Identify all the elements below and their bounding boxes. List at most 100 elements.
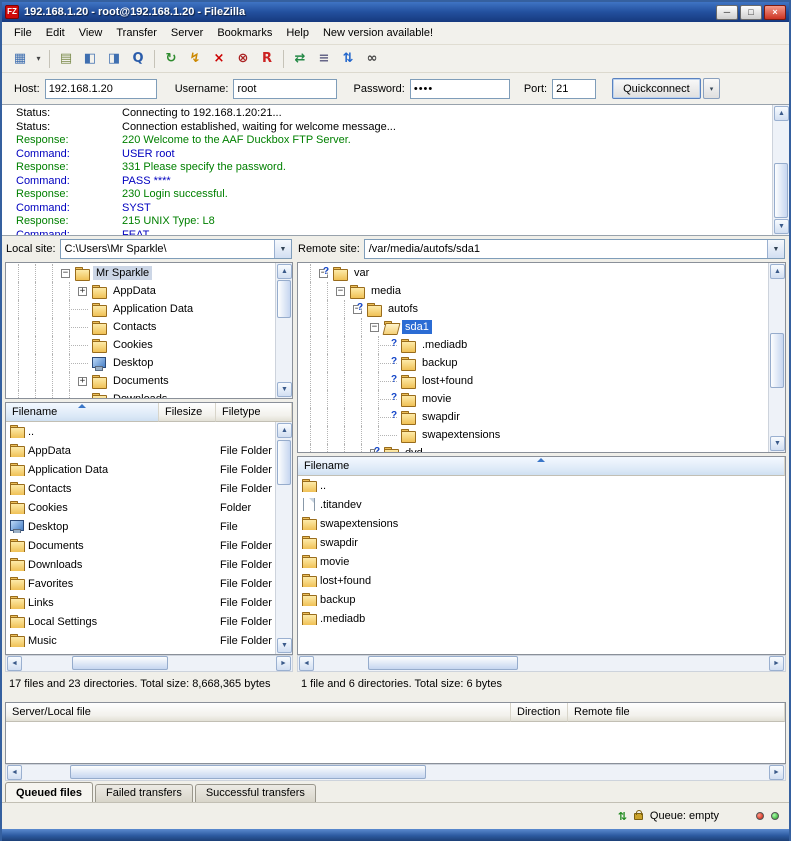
tree-item-documents[interactable]: +Documents: [6, 372, 275, 390]
tab-queued-files[interactable]: Queued files: [5, 782, 93, 802]
file-row-titandev[interactable]: .titandev: [298, 495, 785, 514]
menu-item-view[interactable]: View: [72, 25, 110, 41]
title-bar[interactable]: FZ 192.168.1.20 - root@192.168.1.20 - Fi…: [2, 2, 789, 22]
reconnect-icon[interactable]: R: [255, 48, 279, 70]
tree-item-var[interactable]: −?var: [298, 264, 768, 282]
port-input[interactable]: [552, 79, 596, 99]
file-row-links[interactable]: LinksFile Folder: [6, 593, 275, 612]
menu-item-edit[interactable]: Edit: [39, 25, 72, 41]
file-row-music[interactable]: MusicFile Folder: [6, 631, 275, 650]
tree-item-downloads[interactable]: Downloads: [6, 390, 275, 398]
expand-toggle-icon[interactable]: −: [336, 287, 345, 296]
local-tree-scrollbar[interactable]: ▲ ▼: [275, 263, 292, 398]
scroll-down-icon[interactable]: ▼: [774, 219, 789, 234]
remote-tree-scrollbar[interactable]: ▲ ▼: [768, 263, 785, 452]
toggle-remote-tree-icon[interactable]: ◨: [102, 48, 126, 70]
refresh-icon[interactable]: ↻: [159, 48, 183, 70]
speed-limits-icon[interactable]: ⇅: [618, 810, 627, 823]
file-row-mediadb[interactable]: .mediadb: [298, 609, 785, 628]
scroll-left-icon[interactable]: ◄: [7, 656, 22, 671]
file-row-swapdir[interactable]: swapdir: [298, 533, 785, 552]
local-site-combobox[interactable]: C:\Users\Mr Sparkle\ ▼: [60, 239, 292, 259]
scroll-down-icon[interactable]: ▼: [277, 382, 292, 397]
close-button[interactable]: [764, 5, 786, 20]
scroll-up-icon[interactable]: ▲: [774, 106, 789, 121]
file-row-favorites[interactable]: FavoritesFile Folder: [6, 574, 275, 593]
expand-toggle-icon[interactable]: +: [78, 377, 87, 386]
file-row-lost-found[interactable]: lost+found: [298, 571, 785, 590]
menu-item-bookmarks[interactable]: Bookmarks: [210, 25, 279, 41]
site-manager-dropdown-icon[interactable]: ▾: [32, 48, 45, 70]
synchronized-browsing-icon[interactable]: ⇅: [336, 48, 360, 70]
disconnect-icon[interactable]: ⊗: [231, 48, 255, 70]
local-list-scroll-thumb[interactable]: [277, 440, 291, 485]
scroll-up-icon[interactable]: ▲: [277, 423, 292, 438]
tree-item-cookies[interactable]: Cookies: [6, 336, 275, 354]
tab-failed-transfers[interactable]: Failed transfers: [95, 784, 193, 802]
expand-toggle-icon[interactable]: −: [61, 269, 70, 278]
scroll-left-icon[interactable]: ◄: [7, 765, 22, 780]
file-row-cookies[interactable]: CookiesFolder: [6, 498, 275, 517]
cancel-operation-icon[interactable]: ×: [207, 48, 231, 70]
tree-item-appdata[interactable]: +AppData: [6, 282, 275, 300]
file-row-backup[interactable]: backup: [298, 590, 785, 609]
tree-item-mediadb[interactable]: ?.mediadb: [298, 336, 768, 354]
column-header-filetype[interactable]: Filetype: [216, 403, 292, 422]
local-hscroll-thumb[interactable]: [72, 656, 168, 670]
scroll-down-icon[interactable]: ▼: [770, 436, 785, 451]
expand-toggle-icon[interactable]: −: [370, 323, 379, 332]
file-row-desktop[interactable]: DesktopFile: [6, 517, 275, 536]
toggle-queue-icon[interactable]: Q: [126, 48, 150, 70]
host-input[interactable]: [45, 79, 157, 99]
maximize-button[interactable]: [740, 5, 762, 20]
tree-item-autofs[interactable]: −?autofs: [298, 300, 768, 318]
scroll-left-icon[interactable]: ◄: [299, 656, 314, 671]
remote-hscroll-thumb[interactable]: [368, 656, 518, 670]
local-list-scrollbar[interactable]: ▲ ▼: [275, 422, 292, 654]
local-list-hscrollbar[interactable]: ◄ ►: [5, 655, 293, 672]
chevron-down-icon[interactable]: ▼: [274, 240, 291, 258]
menu-item-new-version-available[interactable]: New version available!: [316, 25, 440, 41]
tree-item-application-data[interactable]: Application Data: [6, 300, 275, 318]
minimize-button[interactable]: [716, 5, 738, 20]
menu-item-transfer[interactable]: Transfer: [109, 25, 164, 41]
queue-hscrollbar[interactable]: ◄ ►: [5, 764, 786, 781]
file-row-downloads[interactable]: DownloadsFile Folder: [6, 555, 275, 574]
chevron-down-icon[interactable]: ▼: [767, 240, 784, 258]
tree-item-mr-sparkle[interactable]: −Mr Sparkle: [6, 264, 275, 282]
scroll-down-icon[interactable]: ▼: [277, 638, 292, 653]
scroll-right-icon[interactable]: ►: [276, 656, 291, 671]
file-row-local-settings[interactable]: Local SettingsFile Folder: [6, 612, 275, 631]
tree-item-media[interactable]: −media: [298, 282, 768, 300]
filter-icon[interactable]: ≡: [312, 48, 336, 70]
expand-toggle-icon[interactable]: +: [78, 287, 87, 296]
tree-item-swapdir[interactable]: ?swapdir: [298, 408, 768, 426]
menu-item-file[interactable]: File: [7, 25, 39, 41]
scroll-right-icon[interactable]: ►: [769, 765, 784, 780]
tree-item-sda1[interactable]: −sda1: [298, 318, 768, 336]
column-header-filesize[interactable]: Filesize: [159, 403, 216, 422]
file-row-application-data[interactable]: Application DataFile Folder: [6, 460, 275, 479]
file-row-contacts[interactable]: ContactsFile Folder: [6, 479, 275, 498]
tree-item-movie[interactable]: ?movie: [298, 390, 768, 408]
menu-item-server[interactable]: Server: [164, 25, 210, 41]
column-header-server-local-file[interactable]: Server/Local file: [6, 703, 511, 722]
scroll-right-icon[interactable]: ►: [769, 656, 784, 671]
process-queue-icon[interactable]: ↯: [183, 48, 207, 70]
toggle-local-tree-icon[interactable]: ◧: [78, 48, 102, 70]
quickconnect-dropdown-button[interactable]: ▾: [703, 78, 720, 99]
remote-tree-scroll-thumb[interactable]: [770, 333, 784, 388]
scroll-up-icon[interactable]: ▲: [277, 264, 292, 279]
encryption-status-icon[interactable]: [634, 813, 643, 820]
column-header-remote-file[interactable]: Remote file: [568, 703, 785, 722]
tree-item-contacts[interactable]: Contacts: [6, 318, 275, 336]
file-row-item[interactable]: ..: [6, 422, 275, 441]
scroll-up-icon[interactable]: ▲: [770, 264, 785, 279]
file-row-swapextensions[interactable]: swapextensions: [298, 514, 785, 533]
file-row-item[interactable]: ..: [298, 476, 785, 495]
column-header-filename[interactable]: Filename: [6, 403, 159, 422]
tree-item-swapextensions[interactable]: swapextensions: [298, 426, 768, 444]
column-header-filename[interactable]: Filename: [298, 457, 785, 476]
file-row-movie[interactable]: movie: [298, 552, 785, 571]
site-manager-icon[interactable]: ▦: [8, 48, 32, 70]
